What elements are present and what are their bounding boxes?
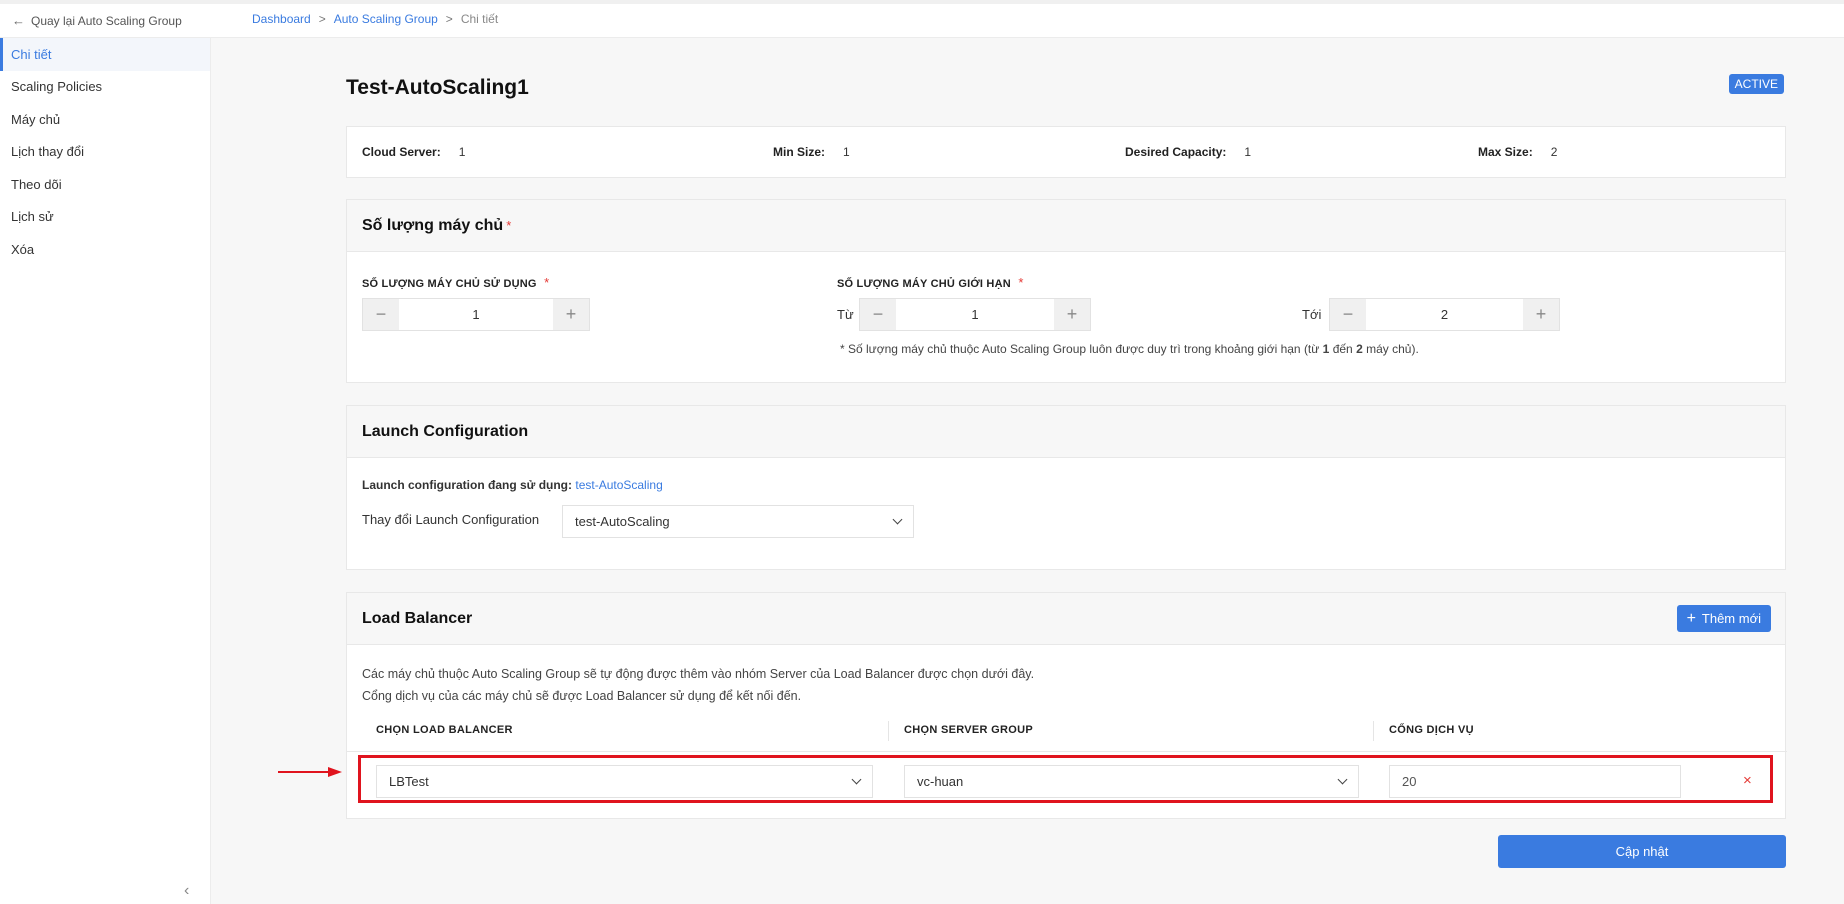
sidebar-item-delete[interactable]: Xóa	[0, 233, 210, 266]
max-limit-stepper: − 2 +	[1329, 298, 1560, 331]
sidebar-item-monitoring[interactable]: Theo dõi	[0, 168, 210, 201]
from-label: Từ	[837, 307, 854, 322]
summary-cloud-server: Cloud Server: 1	[362, 145, 465, 159]
sidebar-item-scaling-policies[interactable]: Scaling Policies	[0, 71, 210, 104]
summary-card: Cloud Server: 1 Min Size: 1 Desired Capa…	[346, 126, 1786, 178]
used-count-label: SỐ LƯỢNG MÁY CHỦ SỬ DỤNG	[362, 278, 537, 290]
table-divider	[347, 751, 1787, 752]
back-link-label: Quay lại Auto Scaling Group	[31, 13, 182, 28]
plus-icon: +	[1686, 609, 1696, 627]
limit-note-mid: đến	[1332, 342, 1353, 356]
summary-max-size: Max Size: 2	[1478, 145, 1557, 159]
sidebar: Chi tiết Scaling Policies Máy chủ Lịch t…	[0, 38, 211, 904]
increment-button[interactable]: +	[553, 299, 589, 330]
launch-config-select[interactable]: test-AutoScaling	[562, 505, 914, 538]
sidebar-item-details[interactable]: Chi tiết	[0, 38, 210, 71]
limit-note: * Số lượng máy chủ thuộc Auto Scaling Gr…	[840, 342, 1419, 356]
page-title: Test-AutoScaling1	[346, 76, 529, 99]
summary-value: 1	[458, 145, 466, 159]
max-limit-input[interactable]: 2	[1366, 299, 1523, 330]
arrow-left-icon: ←	[12, 13, 25, 28]
used-count-stepper: − 1 +	[362, 298, 590, 331]
used-count-input[interactable]: 1	[399, 299, 553, 330]
limit-note-prefix: * Số lượng máy chủ thuộc Auto Scaling Gr…	[840, 342, 1320, 356]
card-title: Launch Configuration	[362, 422, 529, 440]
increment-button[interactable]: +	[1054, 299, 1090, 330]
required-mark: *	[544, 275, 550, 290]
summary-label: Cloud Server:	[362, 145, 441, 159]
add-button-label: Thêm mới	[1701, 611, 1761, 626]
breadcrumb-dashboard[interactable]: Dashboard	[252, 12, 311, 26]
required-mark: *	[1018, 275, 1024, 290]
summary-value: 1	[843, 145, 850, 159]
min-limit-stepper: − 1 +	[859, 298, 1091, 331]
summary-value: 1	[1244, 145, 1252, 159]
breadcrumb: Dashboard > Auto Scaling Group > Chi tiế…	[252, 12, 498, 26]
min-limit-input[interactable]: 1	[896, 299, 1054, 330]
limit-note-from: 1	[1322, 342, 1330, 356]
limit-note-to: 2	[1356, 342, 1363, 356]
column-divider	[888, 721, 889, 741]
decrement-button[interactable]: −	[363, 299, 399, 330]
summary-min-size: Min Size: 1	[773, 145, 850, 159]
current-launch-config-label: Launch configuration đang sử dụng:	[362, 478, 573, 492]
card-header: Load Balancer + Thêm mới	[347, 593, 1785, 645]
arrow-right-icon	[278, 767, 342, 777]
chevron-left-icon[interactable]: ‹	[184, 882, 189, 900]
chevron-down-icon	[892, 514, 903, 525]
card-header: Launch Configuration	[347, 406, 1785, 458]
card-header: Số lượng máy chủ *	[347, 200, 1785, 252]
summary-value: 2	[1550, 145, 1558, 159]
server-count-card: Số lượng máy chủ * SỐ LƯỢNG MÁY CHỦ SỬ D…	[346, 199, 1786, 383]
decrement-button[interactable]: −	[1330, 299, 1366, 330]
load-balancer-description: Các máy chủ thuộc Auto Scaling Group sẽ …	[362, 663, 1034, 707]
column-header-load-balancer: CHỌN LOAD BALANCER	[376, 724, 513, 736]
description-line: Cổng dịch vụ của các máy chủ sẽ được Loa…	[362, 689, 802, 703]
top-bar: ← Quay lại Auto Scaling Group Dashboard …	[0, 0, 1844, 38]
description-line: Các máy chủ thuộc Auto Scaling Group sẽ …	[362, 667, 1035, 681]
breadcrumb-separator: >	[445, 12, 453, 26]
current-launch-config: Launch configuration đang sử dụng: test-…	[362, 478, 663, 492]
add-load-balancer-button[interactable]: + Thêm mới	[1676, 605, 1771, 632]
column-header-service-port: CỔNG DỊCH VỤ	[1389, 724, 1474, 736]
column-divider	[1373, 721, 1374, 741]
table-header: CHỌN LOAD BALANCER CHỌN SERVER GROUP CỔN…	[347, 721, 1787, 744]
breadcrumb-separator: >	[318, 12, 326, 26]
change-launch-config-label: Thay đổi Launch Configuration	[362, 512, 540, 527]
summary-label: Desired Capacity:	[1125, 145, 1227, 159]
breadcrumb-auto-scaling-group[interactable]: Auto Scaling Group	[334, 12, 438, 26]
decrement-button[interactable]: −	[860, 299, 896, 330]
to-label: Tới	[1302, 307, 1322, 322]
increment-button[interactable]: +	[1523, 299, 1559, 330]
required-mark: *	[506, 218, 512, 233]
column-header-server-group: CHỌN SERVER GROUP	[904, 724, 1033, 736]
limit-count-label: SỐ LƯỢNG MÁY CHỦ GIỚI HẠN	[837, 278, 1011, 290]
sidebar-item-history[interactable]: Lịch sử	[0, 201, 210, 234]
card-title: Load Balancer	[362, 609, 473, 627]
launch-config-selected: test-AutoScaling	[575, 514, 670, 529]
summary-label: Min Size:	[773, 145, 826, 159]
used-count-label-wrap: SỐ LƯỢNG MÁY CHỦ SỬ DỤNG *	[362, 274, 549, 292]
limit-note-suffix: máy chủ).	[1366, 342, 1419, 356]
back-link[interactable]: ← Quay lại Auto Scaling Group	[12, 13, 182, 28]
breadcrumb-current: Chi tiết	[460, 12, 499, 26]
sidebar-item-schedule[interactable]: Lịch thay đổi	[0, 136, 210, 169]
sidebar-item-servers[interactable]: Máy chủ	[0, 103, 210, 136]
current-launch-config-link[interactable]: test-AutoScaling	[575, 478, 662, 492]
launch-config-card: Launch Configuration Launch configuratio…	[346, 405, 1786, 570]
summary-label: Max Size:	[1478, 145, 1533, 159]
card-title: Số lượng máy chủ	[362, 216, 504, 234]
summary-desired-capacity: Desired Capacity: 1	[1125, 145, 1251, 159]
limit-count-label-wrap: SỐ LƯỢNG MÁY CHỦ GIỚI HẠN *	[837, 274, 1023, 292]
update-button[interactable]: Cập nhật	[1498, 835, 1786, 868]
highlight-box	[358, 755, 1773, 803]
status-badge: ACTIVE	[1728, 74, 1784, 94]
